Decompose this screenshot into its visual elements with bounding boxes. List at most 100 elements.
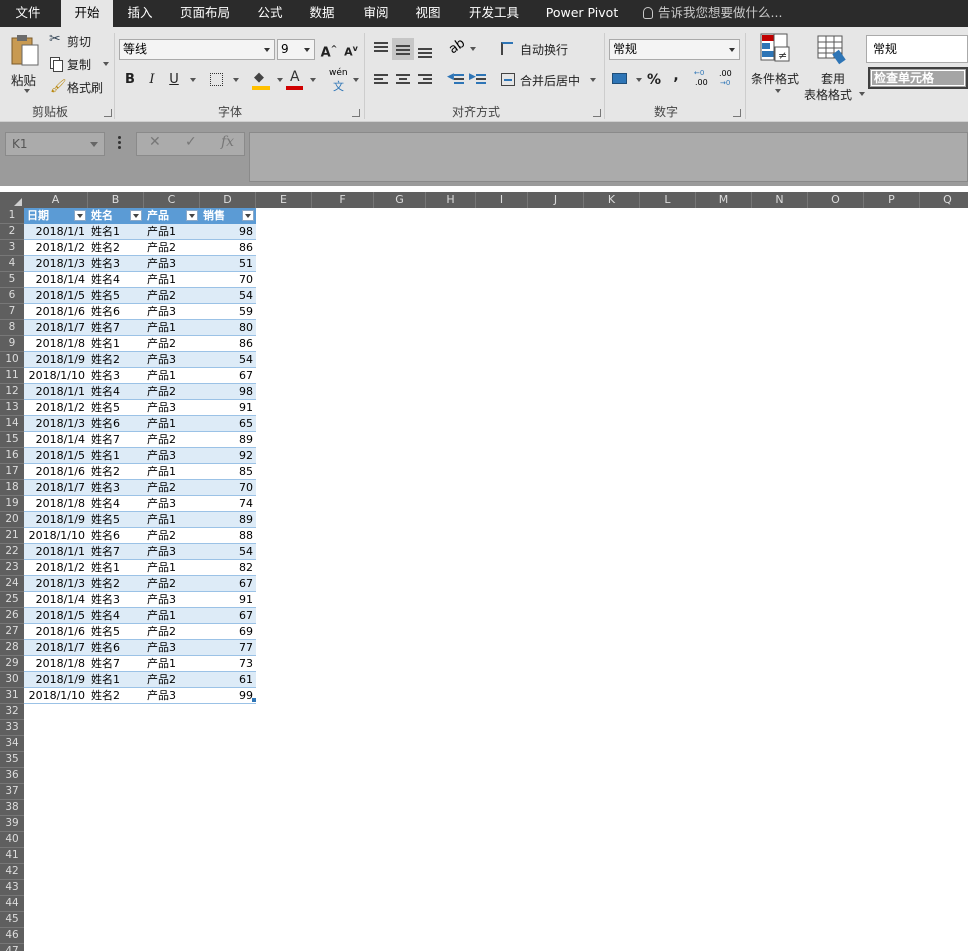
font-color-button[interactable]: A xyxy=(285,69,317,91)
table-cell[interactable]: 82 xyxy=(200,560,256,576)
table-cell[interactable]: 姓名6 xyxy=(88,640,144,656)
table-cell[interactable]: 产品3 xyxy=(144,640,200,656)
table-cell[interactable]: 姓名3 xyxy=(88,480,144,496)
table-cell[interactable]: 产品2 xyxy=(144,672,200,688)
underline-dropdown-icon[interactable] xyxy=(190,78,196,82)
format-painter-button[interactable]: 🖌 格式刷 xyxy=(48,78,108,96)
table-cell[interactable]: 姓名2 xyxy=(88,352,144,368)
row-header[interactable]: 31 xyxy=(0,688,24,704)
column-header[interactable]: K xyxy=(584,192,640,208)
table-cell[interactable]: 产品1 xyxy=(144,608,200,624)
table-cell[interactable]: 产品1 xyxy=(144,368,200,384)
table-cell[interactable]: 2018/1/2 xyxy=(24,400,88,416)
row-header[interactable]: 26 xyxy=(0,608,24,624)
grow-font-button[interactable]: A^ xyxy=(318,38,340,60)
tell-me-search[interactable]: 告诉我您想要做什么... xyxy=(643,0,782,27)
table-cell[interactable]: 产品3 xyxy=(144,448,200,464)
table-cell[interactable]: 2018/1/5 xyxy=(24,608,88,624)
table-cell[interactable]: 59 xyxy=(200,304,256,320)
table-cell[interactable]: 98 xyxy=(200,384,256,400)
table-cell[interactable]: 98 xyxy=(200,224,256,240)
clipboard-launcher-icon[interactable] xyxy=(104,109,112,117)
row-header[interactable]: 21 xyxy=(0,528,24,544)
table-cell[interactable]: 67 xyxy=(200,368,256,384)
row-header[interactable]: 32 xyxy=(0,704,24,720)
row-header[interactable]: 6 xyxy=(0,288,24,304)
style-normal[interactable]: 常规 xyxy=(866,35,968,63)
table-header-cell[interactable]: 销售 xyxy=(200,208,256,224)
table-cell[interactable]: 姓名1 xyxy=(88,224,144,240)
row-header[interactable]: 16 xyxy=(0,448,24,464)
table-cell[interactable]: 姓名5 xyxy=(88,288,144,304)
align-bottom-button[interactable] xyxy=(414,38,436,60)
filter-dropdown-icon[interactable] xyxy=(242,210,254,221)
table-cell[interactable]: 产品1 xyxy=(144,272,200,288)
row-header[interactable]: 35 xyxy=(0,752,24,768)
table-cell[interactable]: 61 xyxy=(200,672,256,688)
row-header[interactable]: 33 xyxy=(0,720,24,736)
table-cell[interactable]: 2018/1/6 xyxy=(24,304,88,320)
table-cell[interactable]: 54 xyxy=(200,352,256,368)
table-cell[interactable]: 86 xyxy=(200,336,256,352)
table-cell[interactable]: 产品3 xyxy=(144,688,200,704)
font-launcher-icon[interactable] xyxy=(352,109,360,117)
cancel-icon[interactable]: ✕ xyxy=(149,134,161,150)
table-cell[interactable]: 产品1 xyxy=(144,464,200,480)
paste-button[interactable]: 粘贴 xyxy=(6,33,44,97)
table-cell[interactable]: 2018/1/3 xyxy=(24,576,88,592)
table-cell[interactable]: 2018/1/10 xyxy=(24,688,88,704)
phonetic-button[interactable]: wén 文 xyxy=(328,68,359,93)
tab-review[interactable]: 审阅 xyxy=(354,0,398,27)
table-cell[interactable]: 2018/1/9 xyxy=(24,512,88,528)
table-header-cell[interactable]: 产品 xyxy=(144,208,200,224)
column-header[interactable]: C xyxy=(144,192,200,208)
table-cell[interactable]: 2018/1/3 xyxy=(24,416,88,432)
row-header[interactable]: 20 xyxy=(0,512,24,528)
table-cell[interactable]: 产品2 xyxy=(144,288,200,304)
alignment-launcher-icon[interactable] xyxy=(593,109,601,117)
table-cell[interactable]: 2018/1/7 xyxy=(24,640,88,656)
style-check-cell[interactable]: 检查单元格 xyxy=(868,67,968,89)
table-cell[interactable]: 产品2 xyxy=(144,624,200,640)
table-cell[interactable]: 产品3 xyxy=(144,592,200,608)
table-cell[interactable]: 67 xyxy=(200,608,256,624)
column-header[interactable]: L xyxy=(640,192,696,208)
table-cell[interactable]: 2018/1/2 xyxy=(24,560,88,576)
table-cell[interactable]: 姓名6 xyxy=(88,304,144,320)
table-cell[interactable]: 姓名4 xyxy=(88,384,144,400)
table-cell[interactable]: 70 xyxy=(200,480,256,496)
format-as-table-button[interactable]: 套用 表格格式 xyxy=(803,33,865,102)
row-header[interactable]: 2 xyxy=(0,224,24,240)
table-cell[interactable]: 2018/1/8 xyxy=(24,496,88,512)
table-cell[interactable]: 2018/1/10 xyxy=(24,368,88,384)
table-cell[interactable]: 产品1 xyxy=(144,224,200,240)
row-header[interactable]: 13 xyxy=(0,400,24,416)
column-header[interactable]: Q xyxy=(920,192,968,208)
table-cell[interactable]: 姓名5 xyxy=(88,400,144,416)
table-cell[interactable]: 2018/1/5 xyxy=(24,288,88,304)
table-cell[interactable]: 姓名1 xyxy=(88,336,144,352)
enter-icon[interactable]: ✓ xyxy=(185,134,197,150)
fill-color-button[interactable]: ◆ xyxy=(251,69,285,91)
align-left-button[interactable] xyxy=(370,69,392,91)
table-cell[interactable]: 产品3 xyxy=(144,544,200,560)
table-cell[interactable]: 51 xyxy=(200,256,256,272)
table-cell[interactable]: 2018/1/10 xyxy=(24,528,88,544)
table-header-cell[interactable]: 姓名 xyxy=(88,208,144,224)
table-cell[interactable]: 姓名1 xyxy=(88,448,144,464)
accounting-format-button[interactable] xyxy=(609,69,643,91)
formula-input[interactable] xyxy=(249,132,968,182)
table-cell[interactable]: 姓名7 xyxy=(88,544,144,560)
column-header[interactable]: P xyxy=(864,192,920,208)
align-right-button[interactable] xyxy=(414,69,436,91)
row-header[interactable]: 37 xyxy=(0,784,24,800)
row-header[interactable]: 19 xyxy=(0,496,24,512)
table-cell[interactable]: 2018/1/6 xyxy=(24,464,88,480)
row-header[interactable]: 29 xyxy=(0,656,24,672)
table-cell[interactable]: 姓名6 xyxy=(88,416,144,432)
decrease-decimal-button[interactable]: .00 →0 xyxy=(717,69,739,91)
table-cell[interactable]: 2018/1/1 xyxy=(24,384,88,400)
underline-button[interactable]: U xyxy=(163,69,185,91)
column-header[interactable]: H xyxy=(426,192,476,208)
row-header[interactable]: 15 xyxy=(0,432,24,448)
